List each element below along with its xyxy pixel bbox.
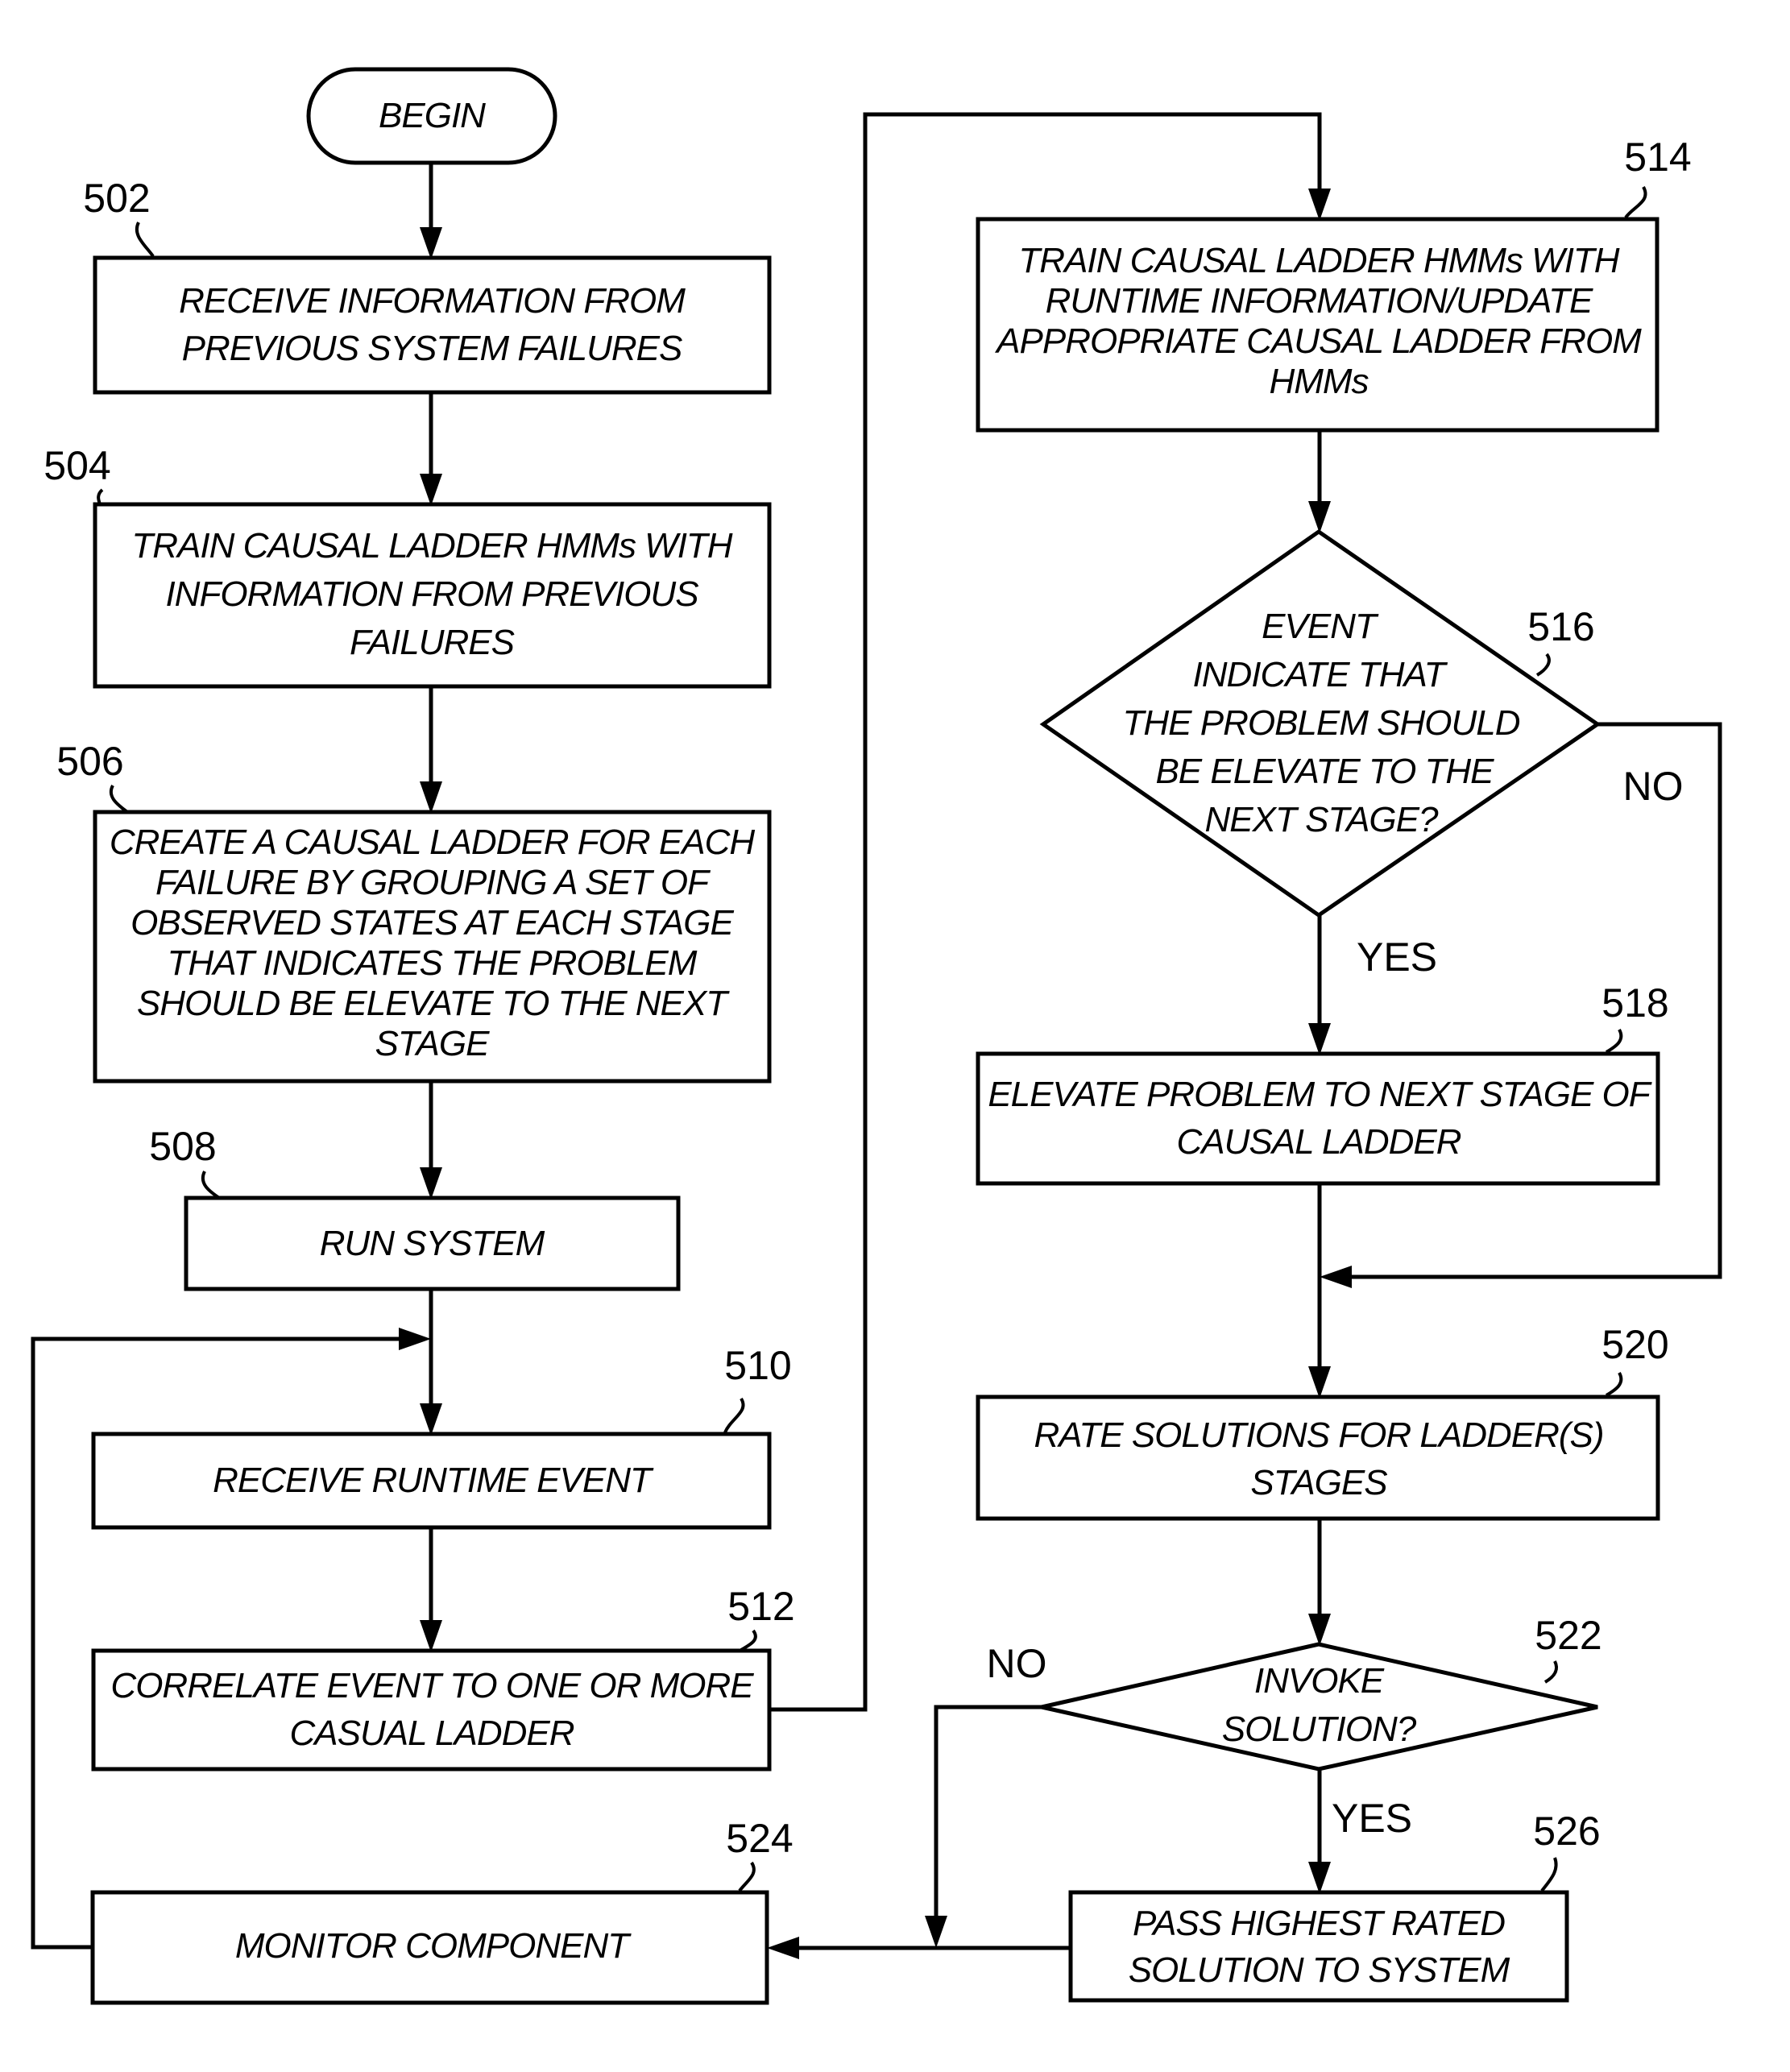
ref-526: 526 [1533, 1809, 1600, 1854]
step-512-line-2: CASUAL LADDER [290, 1714, 574, 1753]
ref-508: 508 [149, 1124, 216, 1169]
leader-520 [1605, 1372, 1623, 1397]
step-518-line-1: ELEVATE PROBLEM TO NEXT STAGE OF [988, 1075, 1651, 1114]
decision-522-line-2: SOLUTION? [1222, 1709, 1417, 1749]
step-520-line-1: RATE SOLUTIONS FOR LADDER(S) [1034, 1415, 1603, 1455]
step-514-line-4: HMMs [1269, 362, 1369, 401]
arrowhead-icon [1308, 1614, 1331, 1646]
connector-522-no [934, 1705, 1042, 1924]
leader-518 [1605, 1029, 1623, 1054]
flowchart: BEGIN RECEIVE INFORMATION FROM PREVIOUS … [31, 67, 1722, 2005]
arrowhead-icon [1320, 1266, 1352, 1288]
arrowhead-icon [1308, 1023, 1331, 1055]
ref-524: 524 [726, 1816, 793, 1861]
step-514-line-1: TRAIN CAUSAL LADDER HMMs WITH [1018, 241, 1619, 280]
step-518: ELEVATE PROBLEM TO NEXT STAGE OF CAUSAL … [976, 980, 1669, 1186]
leader-504 [97, 488, 104, 505]
step-506-line-2: FAILURE BY GROUPING A SET OF [155, 863, 711, 902]
arrowhead-icon [420, 1403, 442, 1436]
decision-522-line-1: INVOKE [1254, 1661, 1385, 1701]
step-504-line-1: TRAIN CAUSAL LADDER HMMs WITH [131, 526, 732, 566]
step-508: RUN SYSTEM 508 [149, 1124, 681, 1291]
begin-label: BEGIN [379, 96, 486, 135]
leader-512 [740, 1629, 757, 1651]
step-512-line-1: CORRELATE EVENT TO ONE OR MORE [110, 1666, 754, 1705]
step-524: MONITOR COMPONENT 524 [90, 1816, 793, 2005]
step-518-line-2: CAUSAL LADDER [1177, 1122, 1461, 1162]
step-510-line-1: RECEIVE RUNTIME EVENT [213, 1461, 654, 1500]
leader-502 [135, 222, 155, 258]
leader-526 [1540, 1857, 1558, 1892]
begin-terminator: BEGIN [306, 67, 557, 165]
leader-516 [1535, 653, 1551, 677]
decision-516: EVENT INDICATE THAT THE PROBLEM SHOULD B… [1039, 528, 1684, 980]
arrowhead-icon [420, 474, 442, 506]
step-502: RECEIVE INFORMATION FROM PREVIOUS SYSTEM… [83, 176, 772, 395]
step-514-line-2: RUNTIME INFORMATION/UPDATE [1046, 281, 1593, 321]
step-504-line-3: FAILURES [350, 623, 515, 662]
decision-516-yes-label: YES [1357, 934, 1437, 980]
decision-516-line-1: EVENT [1262, 607, 1379, 646]
decision-522-yes-label: YES [1332, 1796, 1412, 1841]
arrowhead-icon [420, 1167, 442, 1200]
step-508-line-1: RUN SYSTEM [320, 1224, 545, 1263]
decision-516-line-4: BE ELEVATE TO THE [1155, 752, 1494, 791]
arrowhead-icon [399, 1328, 431, 1350]
step-520: RATE SOLUTIONS FOR LADDER(S) STAGES 520 [976, 1322, 1669, 1521]
ref-514: 514 [1624, 135, 1691, 180]
decision-516-line-2: INDICATE THAT [1193, 655, 1448, 694]
step-506-line-1: CREATE A CAUSAL LADDER FOR EACH [110, 823, 756, 862]
step-504-line-2: INFORMATION FROM PREVIOUS [165, 574, 698, 614]
step-506-line-5: SHOULD BE ELEVATE TO THE NEXT [137, 984, 730, 1023]
leader-514 [1624, 186, 1647, 219]
step-520-line-2: STAGES [1250, 1463, 1387, 1502]
ref-520: 520 [1601, 1322, 1668, 1367]
decision-522: INVOKE SOLUTION? 522 NO YES [987, 1613, 1602, 1841]
decision-522-no-label: NO [987, 1641, 1047, 1686]
arrowhead-icon [420, 781, 442, 814]
decision-516-no-label: NO [1623, 764, 1684, 809]
ref-518: 518 [1601, 980, 1668, 1026]
step-514-line-3: APPROPRIATE CAUSAL LADDER FROM [994, 321, 1642, 361]
ref-506: 506 [56, 739, 123, 784]
connector-524-loop [31, 1336, 407, 1950]
step-506-line-6: STAGE [375, 1024, 491, 1063]
leader-506 [110, 785, 129, 814]
step-526-line-2: SOLUTION TO SYSTEM [1129, 1950, 1510, 1990]
ref-522: 522 [1535, 1613, 1601, 1658]
decision-516-line-5: NEXT STAGE? [1205, 800, 1439, 839]
step-502-line-1: RECEIVE INFORMATION FROM [179, 281, 686, 321]
arrowhead-icon [1308, 1862, 1331, 1894]
arrowhead-icon [1308, 1366, 1331, 1399]
step-514: TRAIN CAUSAL LADDER HMMs WITH RUNTIME IN… [976, 135, 1692, 433]
step-506-line-3: OBSERVED STATES AT EACH STAGE [131, 903, 734, 943]
ref-502: 502 [83, 176, 150, 221]
ref-512: 512 [727, 1584, 794, 1629]
leader-508 [201, 1171, 221, 1200]
arrowhead-icon [1308, 189, 1331, 221]
step-510: RECEIVE RUNTIME EVENT 510 [91, 1343, 792, 1530]
ref-516: 516 [1527, 604, 1594, 649]
arrowhead-icon [420, 227, 442, 259]
leader-524 [738, 1861, 756, 1892]
arrowhead-icon [420, 1620, 442, 1652]
step-506-line-4: THAT INDICATES THE PROBLEM [168, 943, 698, 983]
decision-516-line-3: THE PROBLEM SHOULD [1123, 703, 1520, 743]
ref-510: 510 [724, 1343, 791, 1388]
arrowhead-icon [767, 1937, 799, 1959]
step-504: TRAIN CAUSAL LADDER HMMs WITH INFORMATIO… [44, 443, 772, 689]
ref-504: 504 [44, 443, 110, 488]
step-524-line-1: MONITOR COMPONENT [235, 1926, 632, 1966]
arrowhead-icon [1308, 501, 1331, 533]
step-526-line-1: PASS HIGHEST RATED [1133, 1904, 1505, 1943]
step-512: CORRELATE EVENT TO ONE OR MORE CASUAL LA… [91, 1584, 795, 1772]
leader-522 [1543, 1660, 1559, 1684]
arrowhead-icon [925, 1916, 947, 1948]
step-506: CREATE A CAUSAL LADDER FOR EACH FAILURE … [56, 739, 772, 1084]
step-502-line-2: PREVIOUS SYSTEM FAILURES [182, 329, 682, 368]
leader-510 [723, 1397, 745, 1433]
